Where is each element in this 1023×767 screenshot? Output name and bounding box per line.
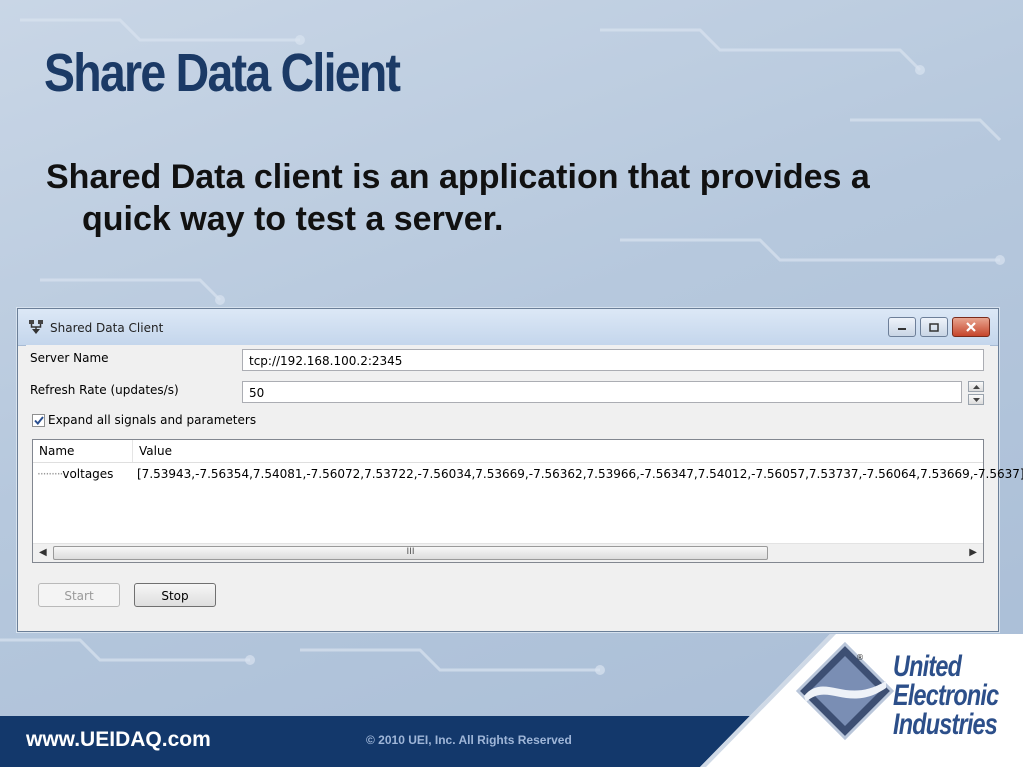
window-client-area: Server Name tcp://192.168.100.2:2345 Ref… bbox=[26, 345, 1023, 623]
refresh-rate-input[interactable]: 50 bbox=[242, 381, 962, 403]
expand-all-checkbox[interactable] bbox=[32, 414, 45, 427]
chevron-down-icon bbox=[972, 397, 980, 402]
row-name: voltages bbox=[62, 467, 114, 481]
minimize-button[interactable] bbox=[888, 317, 916, 337]
horizontal-scrollbar[interactable]: ◀ III ▶ bbox=[33, 543, 983, 562]
server-name-input[interactable]: tcp://192.168.100.2:2345 bbox=[242, 349, 984, 371]
stop-button[interactable]: Stop bbox=[134, 583, 216, 607]
expand-all-label: Expand all signals and parameters bbox=[48, 413, 257, 427]
row-value: [7.53943,-7.56354,7.54081,-7.56072,7.537… bbox=[137, 467, 1023, 481]
close-button[interactable] bbox=[952, 317, 990, 337]
footer-copyright: © 2010 UEI, Inc. All Rights Reserved bbox=[366, 733, 572, 747]
slide-body-text: Shared Data client is an application tha… bbox=[46, 158, 870, 238]
scrollbar-thumb[interactable]: III bbox=[53, 546, 768, 560]
scroll-right-icon[interactable]: ▶ bbox=[969, 547, 977, 558]
logo-line-2: Electronic bbox=[893, 679, 999, 712]
column-header-value[interactable]: Value bbox=[133, 440, 983, 462]
refresh-rate-label: Refresh Rate (updates/s) bbox=[30, 383, 179, 397]
registered-mark: ® bbox=[856, 653, 864, 662]
column-header-name[interactable]: Name bbox=[33, 440, 133, 462]
network-icon bbox=[29, 320, 43, 334]
shared-data-client-window: Shared Data Client Server Name tcp://192… bbox=[17, 308, 1023, 632]
checkmark-icon bbox=[33, 416, 44, 425]
uei-logo-icon: ® bbox=[795, 641, 895, 741]
minimize-icon bbox=[898, 328, 906, 330]
server-name-label: Server Name bbox=[30, 351, 109, 365]
uei-logo-text: United Electronic Industries bbox=[893, 650, 999, 741]
window-title: Shared Data Client bbox=[50, 321, 164, 335]
scroll-left-icon[interactable]: ◀ bbox=[39, 547, 47, 558]
maximize-button[interactable] bbox=[920, 317, 948, 337]
tree-connector-icon: ········· bbox=[37, 467, 63, 481]
footer-url[interactable]: www.UEIDAQ.com bbox=[26, 728, 211, 752]
chevron-up-icon bbox=[972, 384, 980, 389]
signals-tree-view[interactable]: Name Value ·········voltages [7.53943,-7… bbox=[32, 439, 1023, 563]
start-button[interactable]: Start bbox=[38, 583, 120, 607]
refresh-rate-spinner[interactable] bbox=[968, 381, 984, 405]
slide-title: Share Data Client bbox=[44, 43, 401, 103]
spin-up-button[interactable] bbox=[968, 381, 984, 392]
logo-line-3: Industries bbox=[893, 708, 998, 741]
spin-down-button[interactable] bbox=[968, 394, 984, 405]
close-icon bbox=[966, 322, 976, 332]
logo-line-1: United bbox=[893, 650, 962, 683]
tree-row[interactable]: ·········voltages [7.53943,-7.56354,7.54… bbox=[33, 464, 1023, 484]
maximize-icon bbox=[929, 322, 939, 332]
window-titlebar[interactable]: Shared Data Client bbox=[18, 309, 998, 346]
tree-header: Name Value bbox=[33, 440, 983, 463]
